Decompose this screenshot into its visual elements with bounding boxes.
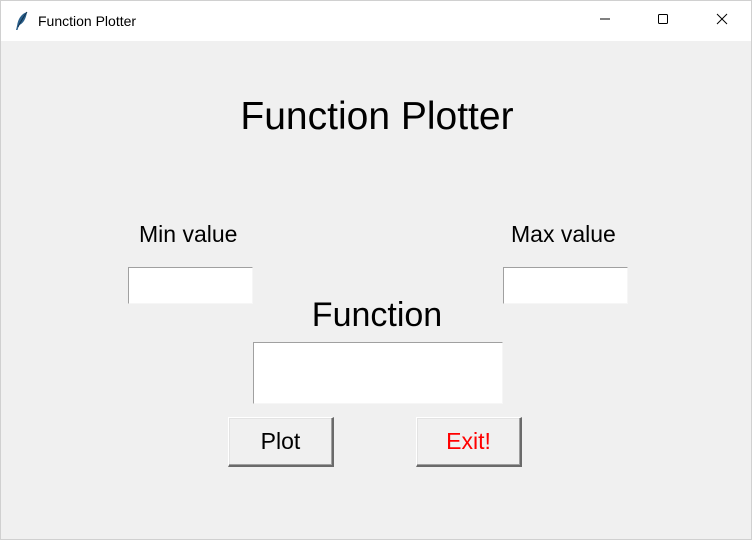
exit-button[interactable]: Exit!	[416, 417, 522, 467]
close-button[interactable]	[693, 1, 751, 41]
feather-icon	[14, 11, 30, 31]
plot-button[interactable]: Plot	[228, 417, 334, 467]
min-value-label: Min value	[139, 221, 238, 247]
maximize-button[interactable]	[634, 1, 692, 41]
max-value-label: Max value	[511, 221, 616, 247]
close-icon	[716, 12, 728, 30]
page-title: Function Plotter	[240, 95, 514, 138]
title-bar[interactable]: Function Plotter	[1, 1, 751, 41]
function-label: Function	[311, 296, 443, 334]
minimize-icon	[599, 12, 611, 30]
function-input[interactable]	[253, 342, 503, 404]
maximize-icon	[657, 12, 669, 30]
main-content: Function Plotter Min value Max value Fun…	[1, 41, 751, 539]
app-window: Function Plotter Function Plotter Min va…	[0, 0, 752, 540]
window-title: Function Plotter	[38, 13, 137, 29]
minimize-button[interactable]	[576, 1, 634, 41]
